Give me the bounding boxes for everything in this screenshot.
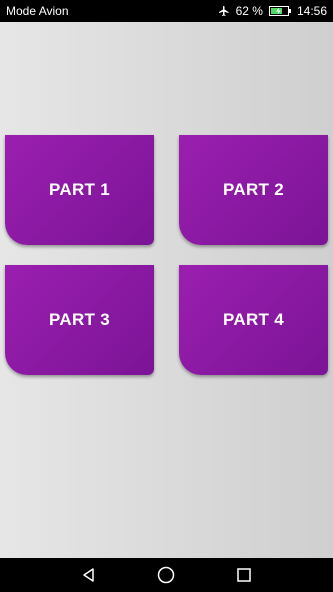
clock: 14:56	[296, 4, 327, 18]
back-icon	[83, 568, 94, 582]
main-content: PART 1 PART 2 PART 3 PART 4	[0, 22, 333, 558]
part-3-button[interactable]: PART 3	[5, 265, 154, 375]
status-right: 62 % 14:56	[218, 4, 327, 18]
carrier-label: Mode Avion	[6, 4, 69, 18]
airplane-icon	[218, 6, 229, 16]
recents-button[interactable]	[232, 563, 256, 587]
part-1-label: PART 1	[49, 180, 110, 199]
part-2-label: PART 2	[223, 180, 284, 199]
part-4-button[interactable]: PART 4	[179, 265, 328, 375]
part-4-label: PART 4	[223, 310, 284, 329]
home-icon	[158, 566, 175, 584]
part-3-label: PART 3	[49, 310, 110, 329]
status-bar: Mode Avion 62 % 14:56	[0, 0, 333, 22]
home-button[interactable]	[154, 563, 178, 587]
battery-charging-icon	[268, 6, 291, 16]
back-button[interactable]	[77, 563, 101, 587]
recents-icon	[237, 568, 251, 582]
part-1-button[interactable]: PART 1	[5, 135, 154, 245]
part-2-button[interactable]: PART 2	[179, 135, 328, 245]
navigation-bar	[0, 558, 333, 592]
battery-percent: 62 %	[235, 4, 263, 18]
